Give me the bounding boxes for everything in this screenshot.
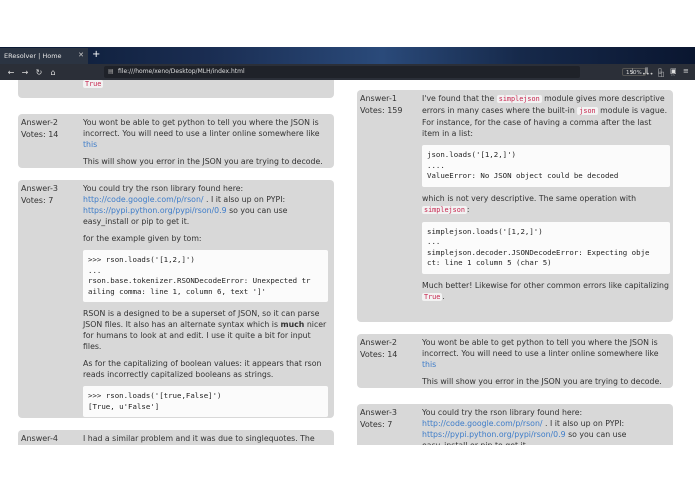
answer-body: I had a similar problem and it was due t… xyxy=(83,433,328,445)
answer-text: I've found that the xyxy=(422,94,497,103)
url-bar[interactable]: ▤ file:///home/xeno/Desktop/MLH/index.ht… xyxy=(104,66,676,78)
code-block: >>> rson.loads('[1,2,]') ... rson.base.t… xyxy=(83,250,328,302)
answer-text: . I it also up on PYPI: xyxy=(203,195,286,204)
answer-text: . I it also up on PYPI: xyxy=(542,419,625,428)
answer-label: Answer-3 xyxy=(21,184,58,193)
page-icon: ▤ xyxy=(108,68,114,75)
answer-paragraph: I had a similar problem and it was due t… xyxy=(83,434,315,443)
bold-text: much xyxy=(280,320,305,329)
answer-meta: Answer-3 Votes: 7 xyxy=(360,407,397,431)
download-icon[interactable]: ⤓ xyxy=(631,67,634,76)
answer-paragraph: for the example given by tom: xyxy=(83,234,202,243)
answer-label: Answer-4 xyxy=(21,434,58,443)
answer-body: You could try the rson library found her… xyxy=(83,183,328,423)
answer-paragraph: You could try the rson library found her… xyxy=(422,407,670,445)
sidebar-icon[interactable]: ▯ xyxy=(658,67,662,75)
answer-card: Answer-1 Votes: 159 I've found that the … xyxy=(357,90,673,322)
back-icon[interactable]: ← xyxy=(4,68,18,77)
answer-meta: Answer-4 xyxy=(21,433,58,445)
answer-paragraph: You could try the rson library found her… xyxy=(83,183,328,227)
code-block: >>> rson.loads('[true,False]') [True, u'… xyxy=(83,386,328,417)
nav-toolbar: ← → ↻ ⌂ ▤ file:///home/xeno/Desktop/MLH/… xyxy=(0,64,695,80)
linter-link[interactable]: this xyxy=(83,140,97,149)
answer-paragraph: Much better! Likewise for other common e… xyxy=(422,280,670,303)
tab-bar: EResolver | Home ✕ + xyxy=(0,47,695,64)
answer-body: You wont be able to get python to tell y… xyxy=(83,117,328,173)
home-icon[interactable]: ⌂ xyxy=(46,68,60,77)
reload-icon[interactable]: ↻ xyxy=(32,68,46,77)
answer-votes: Votes: 14 xyxy=(21,130,59,139)
reader-icon[interactable]: ▣ xyxy=(670,67,677,75)
answer-meta: Answer-3 Votes: 7 xyxy=(21,183,58,207)
library-icon[interactable]: ⫼ xyxy=(645,67,648,76)
answer-paragraph: This will show you error in the JSON you… xyxy=(83,157,323,166)
answer-label: Answer-2 xyxy=(21,118,58,127)
inline-code: json xyxy=(577,107,598,115)
answer-paragraph: I've found that the simplejson module gi… xyxy=(422,93,670,139)
inline-code: True xyxy=(83,80,104,88)
bottom-margin xyxy=(0,445,695,494)
answer-body: You wont be able to get python to tell y… xyxy=(422,337,670,393)
url-text: file:///home/xeno/Desktop/MLH/index.html xyxy=(118,68,245,75)
answer-paragraph: This will show you error in the JSON you… xyxy=(422,377,662,386)
answer-paragraph: You wont be able to get python to tell y… xyxy=(83,117,328,150)
answer-card: Answer-3 Votes: 7 You could try the rson… xyxy=(18,180,334,418)
answer-meta: Answer-2 Votes: 14 xyxy=(21,117,58,141)
tab-title: EResolver | Home xyxy=(4,52,62,60)
answer-text: You could try the rson library found her… xyxy=(83,184,244,193)
answer-paragraph: which is not very descriptive. The same … xyxy=(422,193,670,216)
answer-paragraph: As for the capitalizing of boolean value… xyxy=(83,359,322,379)
answer-label: Answer-2 xyxy=(360,338,397,347)
answer-paragraph: You wont be able to get python to tell y… xyxy=(422,337,670,370)
answer-text: which is not very descriptive. The same … xyxy=(422,193,637,203)
answer-text: You wont be able to get python to tell y… xyxy=(83,118,320,138)
answer-votes: Votes: 159 xyxy=(360,106,403,115)
answer-text: Much better! Likewise for other common e… xyxy=(422,280,669,290)
answer-meta: Answer-1 Votes: 159 xyxy=(360,93,402,117)
answer-text: : xyxy=(466,204,470,214)
menu-icon[interactable]: ≡ xyxy=(683,67,689,75)
code-block: json.loads('[1,2,]') .... ValueError: No… xyxy=(422,145,670,187)
linter-link[interactable]: this xyxy=(422,360,436,369)
pypi-link[interactable]: https://pypi.python.org/pypi/rson/0.9 xyxy=(83,206,227,215)
answer-card: Answer-2 Votes: 14 You wont be able to g… xyxy=(18,114,334,168)
answer-text: . xyxy=(442,291,445,301)
answer-card: Answer-4 I had a similar problem and it … xyxy=(18,430,334,445)
answer-votes: Votes: 7 xyxy=(21,196,54,205)
inline-code: simplejson xyxy=(496,95,542,103)
answer-text: You could try the rson library found her… xyxy=(422,408,583,417)
answer-label: Answer-1 xyxy=(360,94,397,103)
tab-home[interactable]: EResolver | Home ✕ xyxy=(0,48,88,64)
answer-body: I've found that the simplejson module gi… xyxy=(422,93,670,309)
answer-card: Answer-2 Votes: 14 You wont be able to g… xyxy=(357,334,673,388)
answer-votes: Votes: 14 xyxy=(360,350,398,359)
answer-card-prev: True xyxy=(18,80,334,98)
answer-label: Answer-3 xyxy=(360,408,397,417)
answer-text: You wont be able to get python to tell y… xyxy=(422,338,659,358)
close-tab-icon[interactable]: ✕ xyxy=(78,51,84,59)
answer-meta: Answer-2 Votes: 14 xyxy=(360,337,397,361)
top-margin xyxy=(0,0,695,47)
page-content: True Answer-2 Votes: 14 You wont be able… xyxy=(0,80,695,445)
rson-link[interactable]: http://code.google.com/p/rson/ xyxy=(83,195,204,204)
code-block: simplejson.loads('[1,2,]') ... simplejso… xyxy=(422,221,670,274)
answer-paragraph: RSON is a designed to be a superset of J… xyxy=(83,308,328,352)
inline-code: True xyxy=(422,292,443,301)
rson-link[interactable]: http://code.google.com/p/rson/ xyxy=(422,419,543,428)
answer-card: Answer-3 Votes: 7 You could try the rson… xyxy=(357,404,673,445)
pypi-link[interactable]: https://pypi.python.org/pypi/rson/0.9 xyxy=(422,430,566,439)
new-tab-button[interactable]: + xyxy=(92,49,100,61)
inline-code: simplejson xyxy=(422,205,467,214)
forward-icon[interactable]: → xyxy=(18,68,32,77)
answer-votes: Votes: 7 xyxy=(360,420,393,429)
answer-body: You could try the rson library found her… xyxy=(422,407,670,445)
